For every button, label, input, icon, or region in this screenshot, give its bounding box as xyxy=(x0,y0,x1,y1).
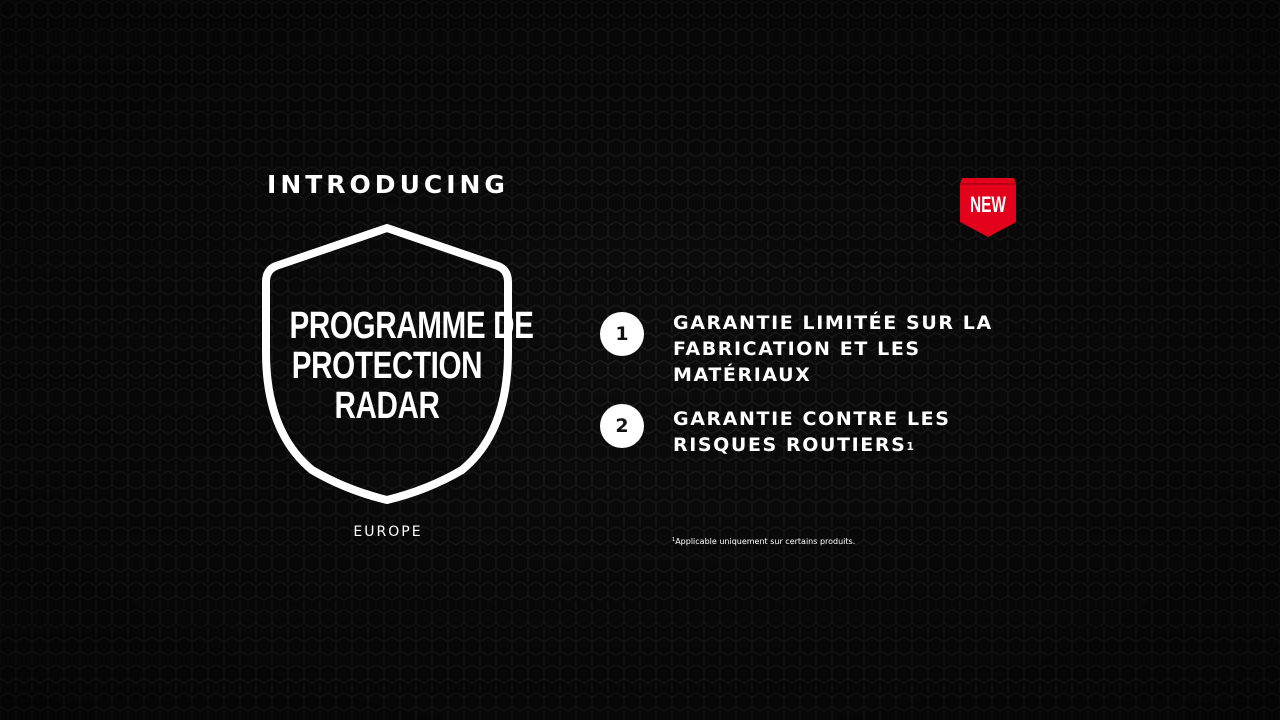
feature-text-line: MATÉRIAUX xyxy=(673,364,812,386)
shield-title: PROGRAMME DE PROTECTION RADAR xyxy=(262,305,534,427)
footnote-text: Applicable uniquement sur certains produ… xyxy=(675,537,856,546)
hexagon-pattern-background xyxy=(0,0,1280,720)
region-label: EUROPE xyxy=(353,524,423,540)
feature-text: GARANTIE LIMITÉE SUR LA FABRICATION ET L… xyxy=(673,310,1003,388)
new-badge-label: NEW xyxy=(970,192,1006,217)
feature-text-line: FABRICATION ET LES xyxy=(673,338,921,360)
feature-text-line: GARANTIE LIMITÉE SUR LA xyxy=(673,312,993,334)
feature-text-line-content: RISQUES ROUTIERS xyxy=(673,434,907,456)
feature-number: 1 xyxy=(600,312,644,356)
footnote-reference: 1 xyxy=(906,440,915,453)
feature-text: GARANTIE CONTRE LES RISQUES ROUTIERS1 xyxy=(673,406,1003,458)
feature-text-line: RISQUES ROUTIERS1 xyxy=(673,432,1003,458)
shield-title-line: PROGRAMME DE xyxy=(289,305,534,347)
shield-title-line: PROTECTION xyxy=(291,345,483,387)
feature-text-line: GARANTIE CONTRE LES xyxy=(673,408,951,430)
shield-title-line: RADAR xyxy=(334,385,440,427)
introducing-heading: INTRODUCING xyxy=(267,170,509,199)
feature-number: 2 xyxy=(600,404,644,448)
footnote: 1Applicable uniquement sur certains prod… xyxy=(672,537,855,546)
